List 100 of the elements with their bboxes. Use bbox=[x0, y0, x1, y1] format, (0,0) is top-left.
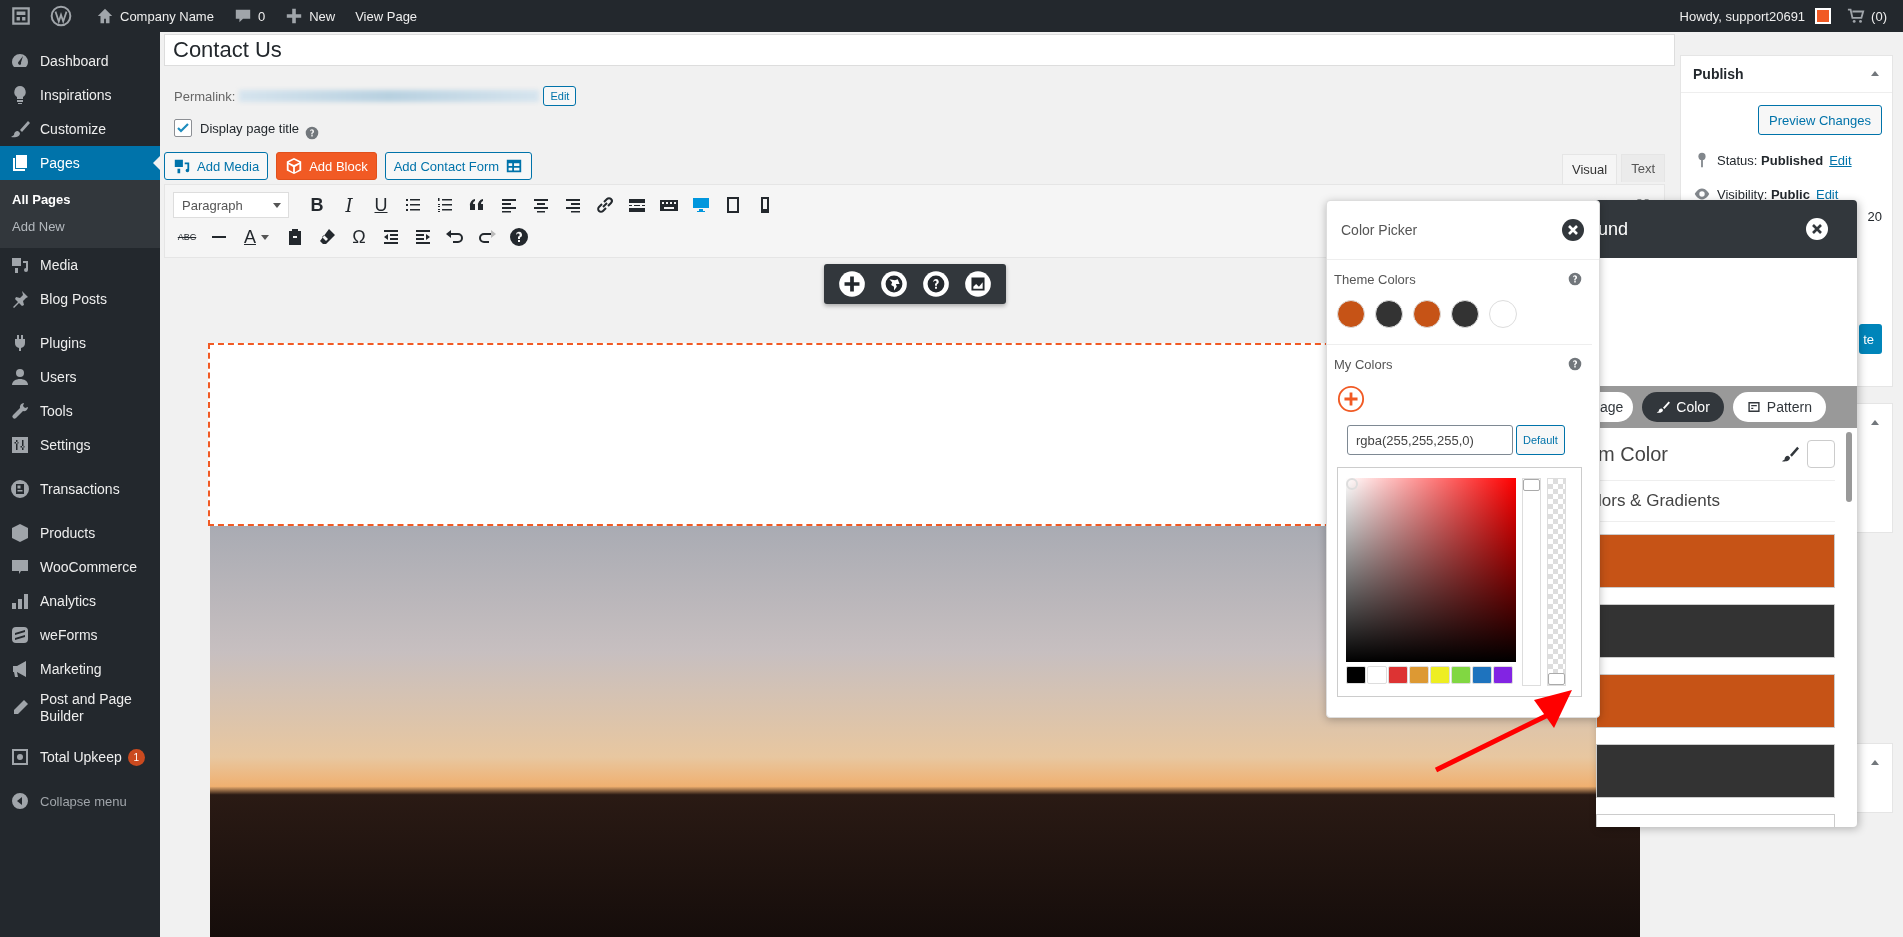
account-link[interactable]: Howdy, support20691 bbox=[1671, 0, 1840, 32]
edit-link[interactable]: Edit bbox=[1815, 186, 1839, 202]
update-button[interactable]: te bbox=[1859, 324, 1882, 354]
image-icon[interactable] bbox=[964, 270, 992, 298]
plus-icon[interactable] bbox=[838, 270, 866, 298]
box-title: Publish bbox=[1693, 66, 1744, 82]
palette-swatch[interactable] bbox=[1472, 666, 1492, 684]
admin-bar-link[interactable]: Company Name bbox=[88, 0, 222, 32]
close-icon[interactable] bbox=[1561, 218, 1585, 242]
panel-tab[interactable]: Color bbox=[1642, 392, 1724, 422]
color-dot[interactable] bbox=[1451, 300, 1479, 328]
menu-item[interactable]: Users bbox=[0, 360, 160, 394]
scrollbar[interactable] bbox=[1846, 432, 1852, 502]
globe-icon[interactable] bbox=[880, 270, 908, 298]
toolbar-button[interactable]: ABC bbox=[173, 223, 201, 251]
wordpress-logo-icon[interactable] bbox=[50, 5, 72, 27]
color-dot[interactable] bbox=[1375, 300, 1403, 328]
caret-icon bbox=[260, 232, 270, 242]
menu-item[interactable]: weForms bbox=[0, 618, 160, 652]
palette-swatch[interactable] bbox=[1367, 666, 1387, 684]
palette-swatch[interactable] bbox=[1430, 666, 1450, 684]
title-field[interactable]: Contact Us bbox=[164, 34, 1675, 66]
pages-icon bbox=[10, 153, 30, 173]
menu-item[interactable]: Settings bbox=[0, 428, 160, 462]
forms-icon bbox=[10, 625, 30, 645]
slider-thumb[interactable] bbox=[1523, 479, 1540, 491]
add-color-icon[interactable] bbox=[1337, 385, 1365, 413]
edit-link[interactable]: Edit bbox=[1829, 152, 1852, 168]
menu-item[interactable]: Pages bbox=[0, 146, 160, 180]
toolbar-button[interactable]: Ω bbox=[345, 223, 373, 251]
menu-item[interactable]: Products bbox=[0, 516, 160, 550]
collapse-arrow-icon[interactable] bbox=[1870, 758, 1880, 768]
wrench-icon bbox=[10, 401, 30, 421]
toolbar-button[interactable]: U bbox=[367, 191, 395, 219]
toolbar-button[interactable]: B bbox=[303, 191, 331, 219]
checkbox-label[interactable]: Display page title bbox=[174, 119, 299, 137]
menu-item[interactable]: Transactions bbox=[0, 472, 160, 506]
collapse-menu-button[interactable]: Collapse menu bbox=[0, 784, 160, 818]
help-icon[interactable] bbox=[922, 270, 950, 298]
visibility-text: Visibility: Public bbox=[1717, 186, 1810, 202]
color-swatch[interactable] bbox=[1596, 744, 1835, 798]
cart-icon bbox=[1847, 7, 1866, 25]
menu-item[interactable]: Marketing bbox=[0, 652, 160, 686]
menu-item[interactable]: Media bbox=[0, 248, 160, 282]
cart-link[interactable]: (0) bbox=[1839, 0, 1895, 32]
menu-item[interactable]: Plugins bbox=[0, 326, 160, 360]
menu-item[interactable]: Total Upkeep 1 bbox=[0, 740, 160, 774]
toolbar-button[interactable]: I bbox=[335, 191, 363, 219]
media-icon bbox=[10, 255, 30, 275]
admin-bar-link[interactable]: New bbox=[277, 0, 344, 32]
default-button[interactable]: Default bbox=[1516, 425, 1565, 455]
menu-item[interactable]: Analytics bbox=[0, 584, 160, 618]
palette-swatch[interactable] bbox=[1493, 666, 1513, 684]
slider-thumb[interactable] bbox=[1548, 673, 1565, 685]
palette-swatch[interactable] bbox=[1346, 666, 1366, 684]
menu-item[interactable]: Inspirations bbox=[0, 78, 160, 112]
panel-tab[interactable]: Pattern bbox=[1732, 392, 1826, 422]
sliders-icon bbox=[10, 435, 30, 455]
palette-swatch[interactable] bbox=[1388, 666, 1408, 684]
media-button[interactable]: Add Media bbox=[164, 152, 269, 180]
section-label: Theme Colors bbox=[1334, 271, 1416, 287]
checkbox[interactable] bbox=[174, 119, 192, 137]
picker-handle[interactable] bbox=[1346, 478, 1358, 490]
collapse-arrow-icon[interactable] bbox=[1870, 418, 1880, 428]
format-dropdown[interactable]: Paragraph bbox=[173, 192, 289, 218]
saturation-area[interactable] bbox=[1346, 478, 1516, 662]
admin-bar-link[interactable]: View Page bbox=[347, 0, 426, 32]
menu-item[interactable]: Tools bbox=[0, 394, 160, 428]
palette-swatch[interactable] bbox=[1409, 666, 1429, 684]
color-dot[interactable] bbox=[1337, 300, 1365, 328]
submenu-item[interactable]: Add New bbox=[0, 213, 160, 240]
collapse-arrow-icon[interactable] bbox=[1870, 69, 1880, 79]
hue-slider[interactable] bbox=[1522, 478, 1541, 686]
editor-tab[interactable]: Text bbox=[1621, 154, 1665, 182]
admin-bar-link[interactable]: 0 bbox=[225, 0, 274, 32]
preview-button[interactable]: Preview Changes bbox=[1758, 105, 1882, 135]
menu-item[interactable]: Dashboard bbox=[0, 44, 160, 78]
media-icon bbox=[173, 157, 191, 175]
menu-item[interactable]: WooCommerce bbox=[0, 550, 160, 584]
avatar-icon bbox=[1815, 8, 1832, 24]
submenu-item[interactable]: All Pages bbox=[0, 186, 160, 213]
opacity-slider[interactable] bbox=[1547, 478, 1566, 686]
color-dot[interactable] bbox=[1413, 300, 1441, 328]
receipt-icon bbox=[10, 479, 30, 499]
close-icon[interactable] bbox=[1805, 217, 1829, 241]
toolbar-button[interactable]: A bbox=[237, 223, 277, 251]
palette-swatch[interactable] bbox=[1451, 666, 1471, 684]
brush-icon[interactable] bbox=[1781, 445, 1799, 463]
menu-item[interactable]: Blog Posts bbox=[0, 282, 160, 316]
media-button[interactable]: Add Contact Form bbox=[384, 152, 533, 180]
color-swatch[interactable] bbox=[1807, 440, 1835, 468]
menu-item[interactable]: Customize bbox=[0, 112, 160, 146]
color-dot[interactable] bbox=[1489, 300, 1517, 328]
panel-logo-icon[interactable] bbox=[10, 5, 32, 27]
color-value-field[interactable]: rgba(255,255,255,0) bbox=[1347, 425, 1513, 455]
color-swatch[interactable] bbox=[1596, 674, 1835, 728]
safe-icon bbox=[10, 747, 30, 767]
edit-button[interactable]: Edit bbox=[543, 86, 577, 106]
editor-tab[interactable]: Visual bbox=[1561, 154, 1618, 184]
menu-item[interactable]: Post and Page Builder bbox=[0, 686, 160, 730]
